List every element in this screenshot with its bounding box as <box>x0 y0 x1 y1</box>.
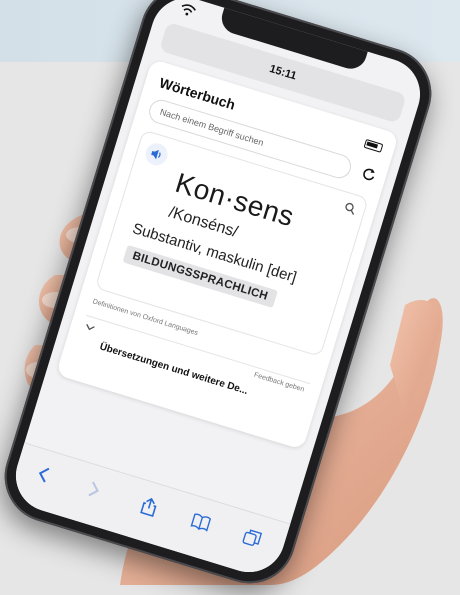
battery-icon <box>363 138 384 153</box>
pronunciation-button[interactable] <box>142 140 171 169</box>
speaker-icon <box>151 149 161 160</box>
translations-label: Übersetzungen und weitere De... <box>98 341 250 398</box>
wifi-icon <box>181 4 196 16</box>
bookmarks-icon[interactable] <box>188 510 213 535</box>
clock-time: 15:11 <box>267 62 298 83</box>
feedback-link[interactable]: Feedback geben <box>253 372 305 394</box>
refresh-icon[interactable] <box>360 166 377 183</box>
search-icon[interactable] <box>343 201 358 216</box>
chevron-down-icon <box>86 324 95 331</box>
tabs-icon[interactable] <box>240 526 265 551</box>
back-icon[interactable] <box>32 462 57 487</box>
share-icon[interactable] <box>137 494 162 519</box>
forward-icon[interactable] <box>81 477 106 502</box>
